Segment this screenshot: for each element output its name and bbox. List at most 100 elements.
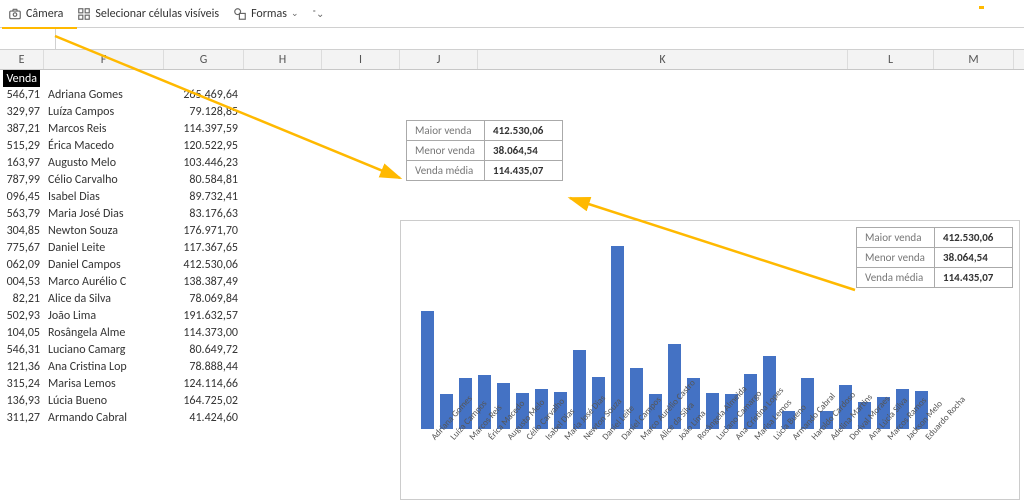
cell[interactable]: João Lima bbox=[48, 308, 164, 325]
menor-label-2: Menor venda bbox=[857, 248, 935, 268]
cell[interactable]: 103.446,23 bbox=[164, 155, 238, 172]
cell[interactable]: 004,53 bbox=[0, 274, 40, 291]
cell[interactable]: 117.367,65 bbox=[164, 240, 238, 257]
cell[interactable]: Maria José Dias bbox=[48, 206, 164, 223]
col-e: Venda 546,71 329,97 387,21 515,29 163,97… bbox=[0, 70, 44, 427]
cell[interactable]: 41.424,60 bbox=[164, 410, 238, 427]
cell[interactable]: Érica Macedo bbox=[48, 138, 164, 155]
cell[interactable]: 191.632,57 bbox=[164, 308, 238, 325]
cell[interactable]: 176.971,70 bbox=[164, 223, 238, 240]
formula-bar[interactable] bbox=[0, 28, 1024, 50]
cell[interactable]: Célio Carvalho bbox=[48, 172, 164, 189]
cell[interactable]: 546,71 bbox=[0, 87, 40, 104]
cell[interactable]: 114.397,59 bbox=[164, 121, 238, 138]
cell[interactable]: Ana Cristina Lop bbox=[48, 359, 164, 376]
cell[interactable]: 164.725,02 bbox=[164, 393, 238, 410]
camera-label: Câmera bbox=[26, 7, 63, 21]
cell[interactable]: Newton Souza bbox=[48, 223, 164, 240]
media-value: 114.435,07 bbox=[485, 161, 563, 181]
cell[interactable]: Luciano Camarg bbox=[48, 342, 164, 359]
cell[interactable]: Adriana Gomes bbox=[48, 87, 164, 104]
menor-value-2: 38.064,54 bbox=[935, 248, 1013, 268]
cell[interactable]: 311,27 bbox=[0, 410, 40, 427]
stats-box-inchart[interactable]: Maior venda412.530,06 Menor venda38.064,… bbox=[856, 227, 1013, 288]
select-visible-button[interactable]: Selecionar células visíveis bbox=[77, 7, 219, 21]
shapes-button[interactable]: Formas ⌄ bbox=[233, 7, 298, 21]
cell[interactable]: 387,21 bbox=[0, 121, 40, 138]
col-header-m[interactable]: M bbox=[934, 50, 1014, 69]
select-visible-label: Selecionar células visíveis bbox=[95, 7, 219, 21]
cell[interactable]: 78.888,44 bbox=[164, 359, 238, 376]
cell[interactable]: Marisa Lemos bbox=[48, 376, 164, 393]
camera-icon bbox=[8, 7, 22, 21]
venda-header: Venda bbox=[3, 70, 40, 87]
cell[interactable]: 136,93 bbox=[0, 393, 40, 410]
camera-selection-underline bbox=[2, 27, 77, 29]
col-header-k[interactable]: K bbox=[478, 50, 848, 69]
cell[interactable]: Marco Aurélio C bbox=[48, 274, 164, 291]
cell[interactable]: 80.584,81 bbox=[164, 172, 238, 189]
cell[interactable]: 546,31 bbox=[0, 342, 40, 359]
cell[interactable]: 787,99 bbox=[0, 172, 40, 189]
overflow-button[interactable]: ⁼⌄ bbox=[313, 7, 325, 20]
media-label-2: Venda média bbox=[857, 268, 935, 288]
toolbar: Câmera Selecionar células visíveis Forma… bbox=[0, 0, 1024, 28]
cell[interactable]: Lúcia Bueno bbox=[48, 393, 164, 410]
cell[interactable]: 775,67 bbox=[0, 240, 40, 257]
shapes-icon bbox=[233, 7, 247, 21]
cell[interactable]: 120.522,95 bbox=[164, 138, 238, 155]
sheet-area[interactable]: Venda 546,71 329,97 387,21 515,29 163,97… bbox=[0, 70, 1024, 504]
cell[interactable]: 114.373,00 bbox=[164, 325, 238, 342]
cell[interactable]: 096,45 bbox=[0, 189, 40, 206]
cell[interactable]: 515,29 bbox=[0, 138, 40, 155]
camera-button[interactable]: Câmera bbox=[8, 7, 63, 21]
col-header-g[interactable]: G bbox=[164, 50, 244, 69]
cell[interactable]: Marcos Reis bbox=[48, 121, 164, 138]
cell[interactable]: 121,36 bbox=[0, 359, 40, 376]
col-f: Adriana Gomes Luíza Campos Marcos Reis É… bbox=[44, 70, 164, 427]
cell[interactable]: 163,97 bbox=[0, 155, 40, 172]
cell[interactable]: 78.069,84 bbox=[164, 291, 238, 308]
cell[interactable]: 265.469,64 bbox=[164, 87, 238, 104]
cell[interactable]: Armando Cabral bbox=[48, 410, 164, 427]
cell[interactable]: 83.176,63 bbox=[164, 206, 238, 223]
media-value-2: 114.435,07 bbox=[935, 268, 1013, 288]
menor-label: Menor venda bbox=[407, 141, 485, 161]
cell[interactable]: 329,97 bbox=[0, 104, 40, 121]
cell[interactable]: Daniel Leite bbox=[48, 240, 164, 257]
cell[interactable]: 563,79 bbox=[0, 206, 40, 223]
cell[interactable]: 80.649,72 bbox=[164, 342, 238, 359]
media-label: Venda média bbox=[407, 161, 485, 181]
cell[interactable]: 89.732,41 bbox=[164, 189, 238, 206]
cell[interactable]: 502,93 bbox=[0, 308, 40, 325]
cell[interactable]: 82,21 bbox=[0, 291, 40, 308]
col-header-e[interactable]: E bbox=[0, 50, 44, 69]
cell[interactable]: 124.114,66 bbox=[164, 376, 238, 393]
stats-box-picture[interactable]: Maior venda412.530,06 Menor venda38.064,… bbox=[406, 120, 563, 181]
cell[interactable]: 315,24 bbox=[0, 376, 40, 393]
col-header-h[interactable]: H bbox=[244, 50, 322, 69]
col-header-f[interactable]: F bbox=[44, 50, 164, 69]
cell[interactable]: 412.530,06 bbox=[164, 257, 238, 274]
col-header-l[interactable]: L bbox=[848, 50, 934, 69]
cell[interactable]: Rosângela Alme bbox=[48, 325, 164, 342]
grid-icon bbox=[77, 7, 91, 21]
shapes-label: Formas bbox=[251, 7, 287, 21]
name-box[interactable] bbox=[0, 28, 56, 49]
cell[interactable]: Daniel Campos bbox=[48, 257, 164, 274]
cell[interactable]: 138.387,49 bbox=[164, 274, 238, 291]
chart[interactable]: Adriana GomesLuíza CamposMarcos ReisÉric… bbox=[400, 220, 1020, 500]
maior-value-2: 412.530,06 bbox=[935, 228, 1013, 248]
cell[interactable]: Alice da Silva bbox=[48, 291, 164, 308]
cell[interactable]: Isabel Dias bbox=[48, 189, 164, 206]
col-header-i[interactable]: I bbox=[322, 50, 400, 69]
col-g: 265.469,64 79.128,85 114.397,59 120.522,… bbox=[164, 70, 244, 427]
col-header-j[interactable]: J bbox=[400, 50, 478, 69]
cell[interactable]: 304,85 bbox=[0, 223, 40, 240]
cell[interactable]: 104,05 bbox=[0, 325, 40, 342]
maior-label: Maior venda bbox=[407, 121, 485, 141]
cell[interactable]: 062,09 bbox=[0, 257, 40, 274]
cell[interactable]: Augusto Melo bbox=[48, 155, 164, 172]
cell[interactable]: 79.128,85 bbox=[164, 104, 238, 121]
cell[interactable]: Luíza Campos bbox=[48, 104, 164, 121]
